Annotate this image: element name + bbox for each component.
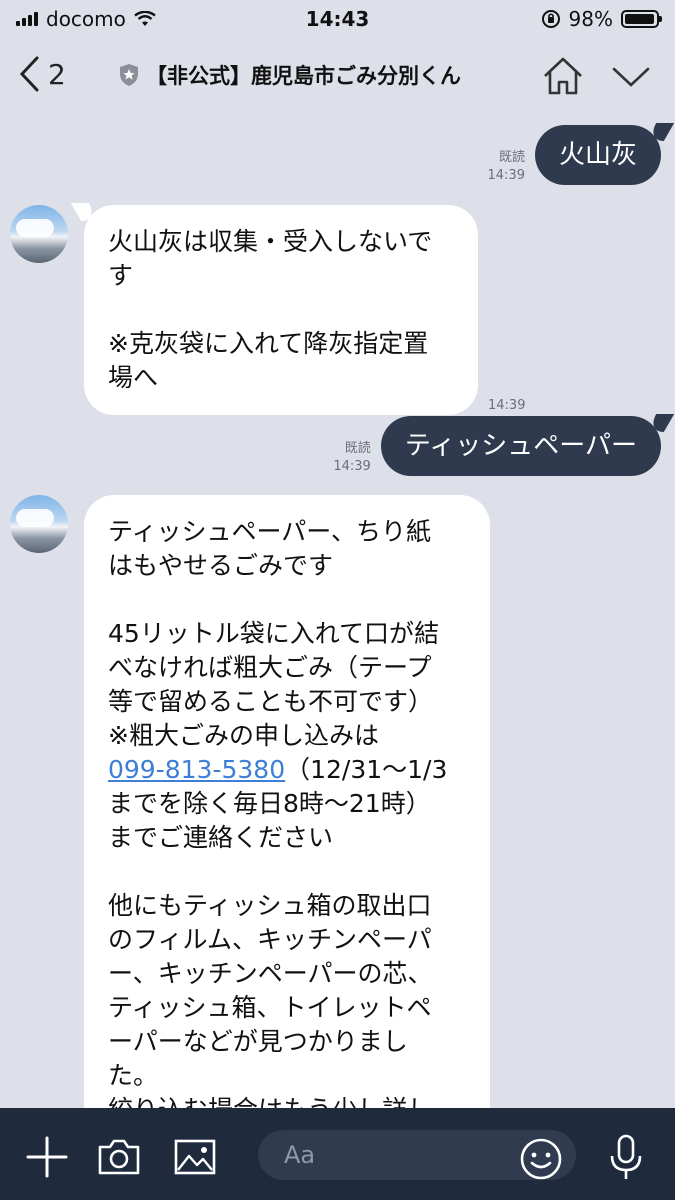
chevron-left-icon [19,56,39,92]
message-bubble[interactable]: ティッシュペーパー [380,416,661,476]
wifi-icon [134,11,156,26]
page-title: 【非公式】鹿児島市ごみ分別くん [146,64,461,88]
avatar[interactable] [10,205,68,263]
signal-icon [16,12,38,26]
message-incoming: ティッシュペーパー、ちり紙 はもやせるごみです 45リットル袋に入れて口が結 べ… [10,495,490,1195]
mic-icon[interactable] [608,1134,644,1182]
orientation-lock-icon [541,10,560,28]
message-outgoing: 既読 14:39 火山灰 [488,125,661,185]
message-time: 14:39 [488,398,526,413]
message-text: （12/31〜1/3 までを除く毎日8時〜21時） までご連絡ください 他にもテ… [108,755,448,1124]
unread-count: 2 [48,57,66,91]
message-time: 14:39 [487,168,525,183]
chat-header: 2 【非公式】鹿児島市ごみ分別くん [0,38,675,118]
chat-title[interactable]: 【非公式】鹿児島市ごみ分別くん [118,60,461,90]
status-left: docomo [16,7,156,31]
message-text: ティッシュペーパー、ちり紙 はもやせるごみです 45リットル袋に入れて口が結 べ… [108,517,440,750]
message-outgoing: 既読 14:39 ティッシュペーパー [333,416,661,476]
message-bubble[interactable]: ティッシュペーパー、ちり紙 はもやせるごみです 45リットル袋に入れて口が結 べ… [84,495,490,1195]
shield-icon [120,64,138,86]
message-meta: 既読 14:39 [488,149,525,185]
camera-icon[interactable] [97,1138,141,1176]
phone-link[interactable]: 099-813-5380 [108,755,285,784]
message-bubble[interactable]: 火山灰 [534,125,661,185]
message-bubble[interactable]: 火山灰は収集・受入しないで す ※克灰袋に入れて降灰指定置 場へ [84,205,478,415]
avatar[interactable] [10,495,68,553]
carrier-label: docomo [46,7,126,31]
image-icon[interactable] [174,1138,216,1176]
read-receipt: 既読 [498,150,525,165]
plus-icon[interactable] [26,1136,68,1178]
message-incoming: 火山灰は収集・受入しないで す ※克灰袋に入れて降灰指定置 場へ 14:39 [10,205,525,415]
status-bar: docomo 14:43 98% [0,0,675,38]
read-receipt: 既読 [344,441,371,456]
chevron-down-icon[interactable] [612,66,650,88]
battery-percent: 98% [568,7,613,31]
smiley-icon[interactable] [520,1138,562,1180]
back-button[interactable]: 2 [18,56,66,92]
battery-icon [621,10,662,28]
message-meta: 既読 14:39 [333,440,370,476]
status-right: 98% [541,7,662,31]
input-bar: Aa [0,1108,675,1200]
message-time: 14:39 [333,459,371,474]
home-icon[interactable] [542,56,584,96]
